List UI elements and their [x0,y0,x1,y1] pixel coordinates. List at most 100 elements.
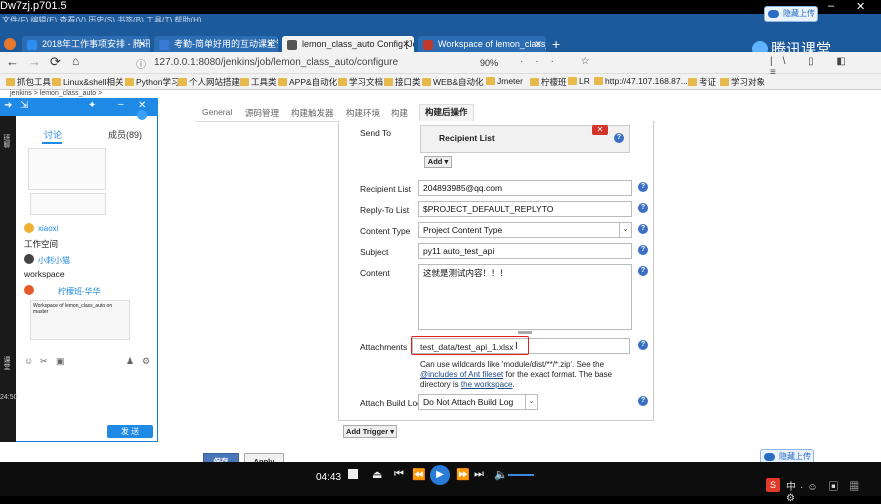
bookmark[interactable]: 考证 [688,76,716,88]
subject-input[interactable]: py11 auto_test_api [418,243,632,259]
breadcrumb[interactable]: jenkins > lemon_class_auto > [0,90,160,98]
bookmark[interactable]: LR [568,76,590,86]
new-tab-button[interactable]: + [552,36,560,52]
bookmark[interactable]: Linux&shell相关 [52,76,123,88]
bookmark[interactable]: Jmeter [486,76,523,86]
close-icon[interactable]: ✕ [138,36,146,53]
info-icon[interactable]: ⓘ [136,56,146,71]
help-icon[interactable]: ? [638,396,648,406]
chat-screenshot-thumb[interactable] [30,193,106,215]
text-cursor-icon: I [515,341,518,352]
right-black-margin [855,90,881,462]
bookmark[interactable]: 学习对象 [720,76,765,88]
side-label-class[interactable]: 课堂 [1,356,11,370]
volume-slider[interactable] [508,474,534,476]
chat-toolbar: ☺ ✂ ▣ ♟ ⚙ [24,356,154,368]
volume-icon[interactable]: 🔈 [494,468,508,481]
content-textarea[interactable]: 这就是测试内容！！！ [418,264,632,330]
content-type-select[interactable]: Project Content Type ⌄ [418,222,632,238]
chat-screenshot-thumb[interactable] [28,148,106,190]
firefox-icon[interactable] [4,38,16,50]
tab-label: 考勤-简单好用的互动课堂管理 [174,39,278,49]
back-icon[interactable]: ← [6,54,19,69]
attach-build-log-select[interactable]: Do Not Attach Build Log ⌄ [418,394,538,410]
reload-icon[interactable]: ⟳ [50,54,61,70]
chat-panel-header: ➜ ⇲ ✦ – ✕ [0,98,158,116]
recipient-list-input[interactable]: 204893985@qq.com [418,180,632,196]
minimize-icon[interactable]: – [118,99,124,110]
help-icon[interactable]: ? [614,133,624,143]
chat-screenshot-thumb[interactable]: Workspace of lemon_class_auto on master [30,300,130,340]
chat-input[interactable] [18,370,154,422]
close-icon[interactable]: ✕ [534,36,542,53]
member-icon[interactable]: ♟ [126,356,134,367]
left-black-margin [0,442,190,462]
tab-triggers[interactable]: 构建触发器 [291,107,334,119]
hide-upload-button-top[interactable]: 隐藏上传 [764,6,818,22]
prev-icon[interactable]: ⏮ [394,468,404,481]
bookmark[interactable]: 抓包工具 [6,76,51,88]
play-button[interactable]: ▶ [430,465,450,485]
bookmark[interactable]: http://47.107.168.87... [594,76,688,86]
tab-attendance[interactable]: 考勤-简单好用的互动课堂管理✕ [154,36,278,53]
side-label-chat[interactable]: 班聊 [1,134,11,148]
next-icon[interactable]: ⏭ [474,468,484,481]
bookmark[interactable]: 个人网站搭建 [178,76,240,88]
emoji-icon[interactable]: ☺ [24,356,33,366]
send-button[interactable]: 发 送 [107,425,153,438]
image-icon[interactable]: ▣ [56,356,65,367]
bookmark[interactable]: APP&自动化 [278,76,337,88]
ime-icon[interactable]: S [766,478,780,492]
thumb-caption: Workspace of lemon_class_auto on master [33,303,113,315]
select-value: Do Not Attach Build Log [423,397,514,407]
share-icon[interactable]: ⇲ [20,100,28,111]
bookmark[interactable]: 工具类 [240,76,277,88]
ant-fileset-link[interactable]: @includes of Ant fileset [420,370,503,379]
tab-general[interactable]: General [202,107,232,117]
tab-environment[interactable]: 构建环境 [346,107,380,119]
bookmarks-bar: 抓包工具 Linux&shell相关 Python学习 个人网站搭建 工具类 A… [0,74,881,90]
url-input[interactable]: 127.0.0.1:8080/jenkins/job/lemon_class_a… [150,55,515,71]
reply-to-input[interactable]: $PROJECT_DEFAULT_REPLYTO [418,201,632,217]
minimize-icon[interactable]: – [828,0,834,12]
select-value: Project Content Type [423,225,503,235]
zoom-level[interactable]: 90% [480,58,498,68]
bookmark[interactable]: WEB&自动化 [422,76,484,88]
help-icon[interactable]: ? [638,224,648,234]
help-icon[interactable]: ? [638,245,648,255]
close-icon[interactable]: ✕ [266,36,274,53]
home-icon[interactable]: ⌂ [72,54,79,68]
add-trigger-button[interactable]: Add Trigger ▾ [343,425,397,438]
tab-jenkins-config[interactable]: lemon_class_auto Config [Je ✕ [282,36,414,53]
forward-icon[interactable]: ⏩ [456,468,470,481]
bookmark[interactable]: 接口类 [384,76,421,88]
help-icon[interactable]: ? [638,340,648,350]
tab-work-schedule[interactable]: 2018年工作事项安排 - 腾讯文 ✕ [22,36,150,53]
textarea-resize-handle[interactable] [518,331,532,334]
close-icon[interactable]: ✕ [856,0,865,13]
tab-members[interactable]: 成员(89) [108,128,142,141]
pin-icon[interactable]: ✦ [88,100,96,111]
delete-recipient-button[interactable]: ✕ [592,125,608,135]
workspace-link[interactable]: the workspace [461,380,513,389]
add-recipient-button[interactable]: Add ▾ [424,156,452,168]
settings-icon[interactable]: ⚙ [142,356,150,367]
bookmark[interactable]: 学习文档 [338,76,383,88]
tab-build[interactable]: 构建 [391,107,408,119]
help-icon[interactable]: ? [638,182,648,192]
stop-icon[interactable] [348,469,358,479]
eject-icon[interactable]: ⏏ [372,468,382,481]
help-icon[interactable]: ? [638,203,648,213]
rewind-icon[interactable]: ⏪ [412,468,426,481]
close-icon[interactable]: ✕ [402,36,410,53]
tab-post-build[interactable]: 构建后操作 [419,104,474,121]
bookmark[interactable]: 柠檬班 [530,76,567,88]
help-icon[interactable]: ? [638,266,648,276]
tab-scm[interactable]: 源码管理 [245,107,279,119]
bookmark[interactable]: Python学习 [125,76,179,88]
tab-workspace[interactable]: Workspace of lemon_class_a ✕ [418,36,546,53]
scissors-icon[interactable]: ✂ [40,356,48,367]
forward-icon[interactable]: → [28,54,41,69]
arrow-icon[interactable]: ➜ [4,100,12,111]
tab-discussion[interactable]: 讨论 [44,128,62,141]
